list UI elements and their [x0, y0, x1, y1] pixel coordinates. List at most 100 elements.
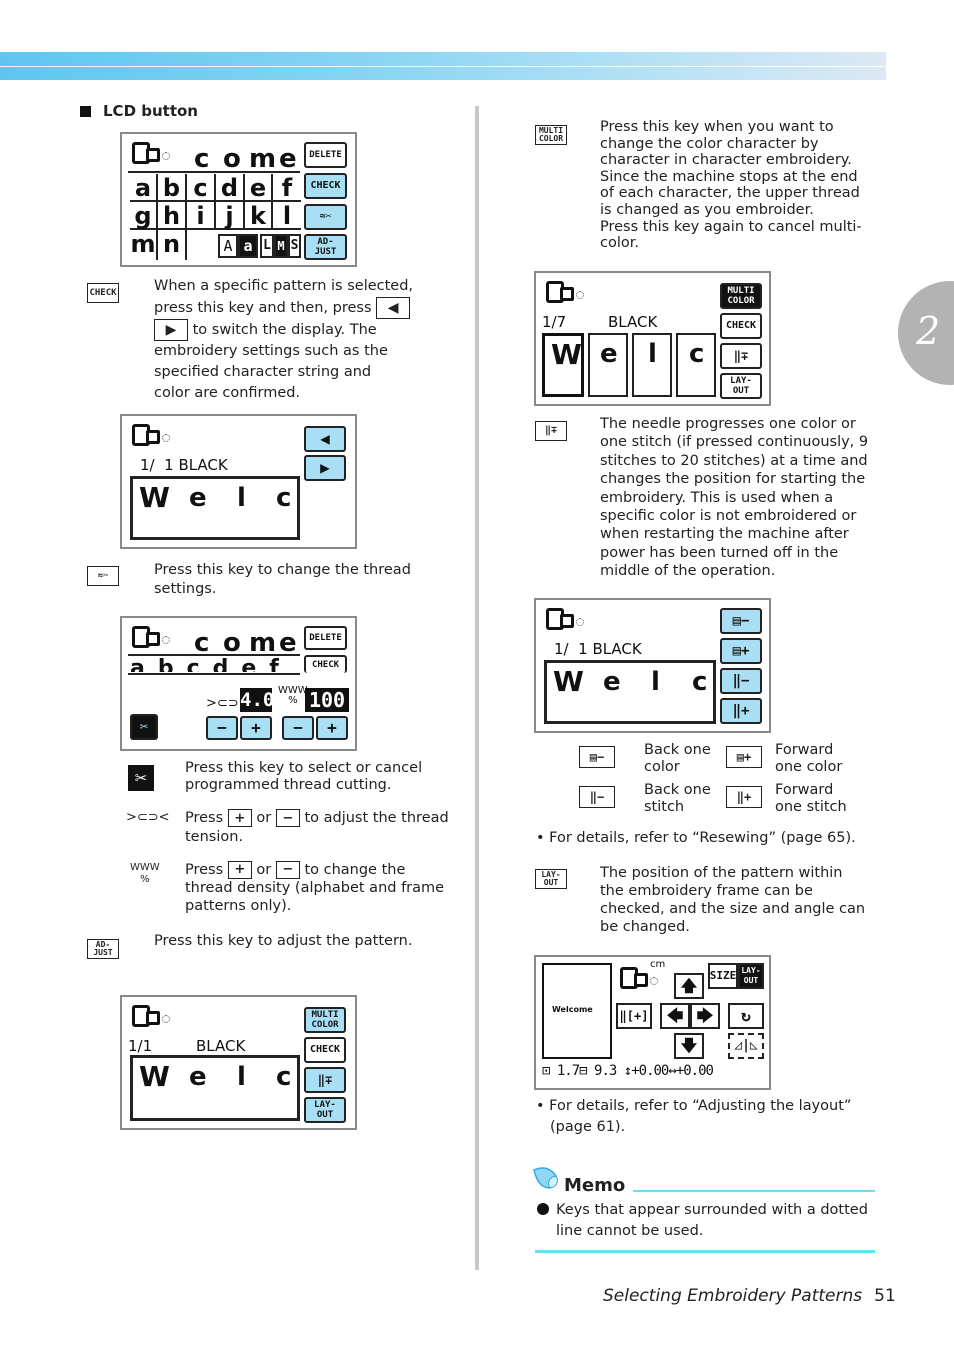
frame-icon [616, 967, 658, 989]
char-cell[interactable]: l [632, 333, 672, 397]
mirror-icon: ◿|◺ [734, 1038, 758, 1053]
chapter-number: 2 [916, 309, 941, 353]
needle-advance-key[interactable]: ‖∓ [720, 343, 762, 369]
memo-top-rule [633, 1190, 875, 1192]
size-medium-key[interactable]: M [274, 234, 288, 258]
char-cell-selected[interactable]: W [542, 333, 584, 397]
column-divider [475, 106, 479, 1270]
char-key[interactable]: j [216, 202, 245, 230]
check-key-partial[interactable]: CHECK [304, 655, 347, 673]
char-cell[interactable]: c [676, 333, 716, 397]
multi-color-key-active[interactable]: MULTI COLOR [720, 283, 762, 309]
left-arrow-key[interactable]: ◀ [376, 297, 411, 319]
next-key[interactable]: ▶ [304, 455, 346, 481]
rotate-key[interactable]: ↻ [728, 1003, 764, 1029]
check-key[interactable]: CHECK [304, 1037, 346, 1063]
check-key-icon: CHECK [87, 283, 119, 303]
size-key[interactable]: SIZE [708, 963, 738, 989]
color-number: 1/7 [542, 313, 567, 331]
tension-icon: >⊂⊃< [126, 810, 170, 825]
char-key[interactable]: b [158, 174, 187, 202]
move-down-key[interactable]: 🡇 [674, 1033, 704, 1059]
move-left-key[interactable]: 🡄 [660, 1003, 690, 1029]
arrow-left-icon: 🡄 [666, 1006, 684, 1025]
minus-key[interactable]: − [275, 861, 300, 879]
frame-icon [128, 626, 170, 648]
memo-bell-icon [530, 1166, 560, 1194]
char-key[interactable]: h [158, 202, 187, 230]
forward-one-color-key[interactable]: ▤ + [720, 638, 762, 664]
multi-color-key[interactable]: MULTI COLOR [304, 1007, 346, 1033]
layout-key[interactable]: LAY- OUT [720, 373, 762, 399]
uppercase-key[interactable]: A [218, 234, 238, 258]
needle-frame-icon: ‖[+] [619, 1009, 649, 1023]
partial-char-row: abcdef [130, 658, 292, 672]
scissors-icon: ✂ [139, 719, 149, 735]
char-key[interactable]: e [245, 174, 273, 202]
color-name: BLACK [608, 313, 658, 331]
char-key[interactable]: i [187, 202, 216, 230]
plus-key[interactable]: + [227, 809, 252, 827]
minus-key[interactable]: − [275, 809, 300, 827]
char-key[interactable]: l [273, 202, 301, 230]
char-key[interactable]: n [158, 230, 187, 260]
layout-key[interactable]: LAY- OUT [304, 1097, 346, 1123]
check-key[interactable]: CHECK [720, 313, 762, 339]
check-key[interactable]: CHECK [304, 173, 347, 199]
rotate-icon: ↻ [741, 1006, 751, 1025]
thread-settings-key[interactable]: ≈✂ [304, 204, 347, 230]
mirror-key-disabled[interactable]: ◿|◺ [728, 1033, 764, 1059]
entered-char: e [279, 144, 297, 174]
lcd-screen-check: 1/ 1 BLACK W e l c ◀ ▶ [120, 414, 357, 549]
memo-title: Memo [564, 1175, 626, 1196]
char-key[interactable]: m [130, 230, 158, 260]
tension-plus-key[interactable]: + [240, 716, 272, 740]
char-key[interactable]: a [130, 174, 158, 202]
char-cell[interactable]: e [588, 333, 628, 397]
chapter-tab: 2 [898, 281, 954, 385]
pattern-preview: Welcome [542, 963, 612, 1059]
plus-key[interactable]: + [227, 861, 252, 879]
thread-cut-key[interactable]: ✂ [130, 714, 158, 740]
layout-readout: ⊡ 1.7⊟ 9.3 ↕+0.00↔+0.00 [542, 1063, 714, 1079]
forward-one-stitch-key[interactable]: ‖ + [720, 698, 762, 724]
size-small-key[interactable]: S [288, 234, 301, 258]
lowercase-key[interactable]: a [238, 234, 258, 258]
delete-key[interactable]: DELETE [304, 626, 347, 650]
tension-minus-key[interactable]: − [206, 716, 238, 740]
back-one-stitch-key[interactable]: ‖ − [720, 668, 762, 694]
unit-label: cm [650, 959, 666, 970]
char-key[interactable]: c [187, 174, 216, 202]
delete-key[interactable]: DELETE [304, 142, 347, 168]
density-plus-key[interactable]: + [316, 716, 348, 740]
color-status: 1/ 1 BLACK [554, 640, 642, 658]
move-up-key[interactable]: 🡅 [674, 973, 704, 999]
adjust-key[interactable]: AD- JUST [304, 234, 347, 260]
thread-cut-description: Press this key to select or cancel progr… [185, 760, 423, 793]
char-key[interactable]: g [130, 202, 158, 230]
color-name: BLACK [196, 1037, 246, 1055]
char-key[interactable]: d [216, 174, 245, 202]
frame-icon [542, 608, 584, 630]
size-large-key[interactable]: L [260, 234, 274, 258]
legend-label: Back one color [644, 742, 711, 775]
frame-icon [128, 424, 170, 446]
needle-advance-key[interactable]: ‖∓ [304, 1067, 346, 1093]
char-key[interactable]: f [273, 174, 301, 202]
horizontal-offset-icon: ↔ [668, 1063, 677, 1079]
center-needle-key[interactable]: ‖[+] [616, 1003, 652, 1029]
adjust-description: Press this key to adjust the pattern. [154, 933, 413, 949]
lcd-screen-adjust: 1/1 BLACK W e l c MULTI COLOR CHECK ‖∓ L… [120, 995, 357, 1130]
density-description: Press + or − to change the thread densit… [185, 861, 445, 914]
arrow-up-icon: 🡅 [680, 976, 698, 995]
char-key[interactable]: k [245, 202, 273, 230]
previous-key[interactable]: ◀ [304, 426, 346, 452]
right-arrow-key[interactable]: ▶ [154, 319, 188, 341]
frame-icon [128, 1005, 170, 1027]
density-minus-key[interactable]: − [282, 716, 314, 740]
move-right-key[interactable]: 🡆 [690, 1003, 720, 1029]
frame-icon [128, 142, 170, 164]
thread-settings-key-icon: ≈✂ [87, 566, 119, 586]
back-one-color-key[interactable]: ▤ − [720, 608, 762, 634]
layout-key-active[interactable]: LAY- OUT [738, 963, 764, 989]
